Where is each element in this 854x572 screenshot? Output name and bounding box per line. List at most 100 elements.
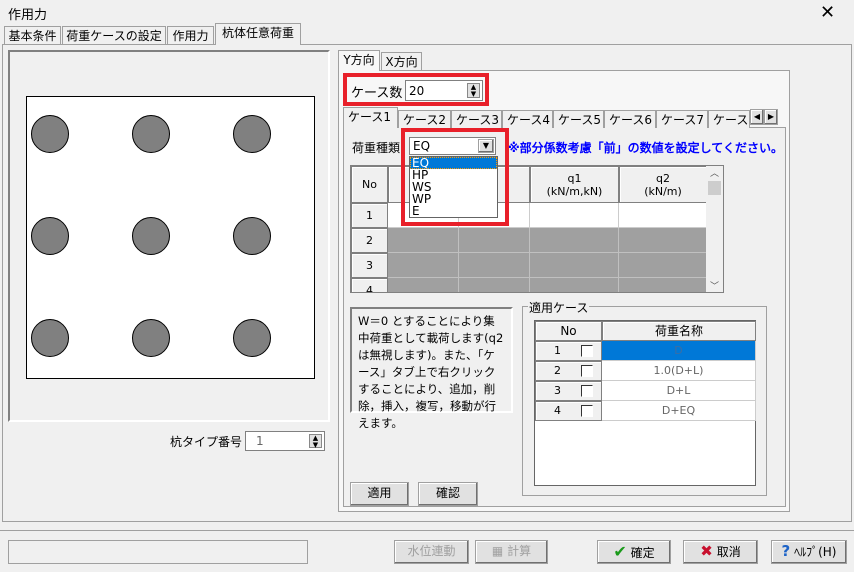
grid-cell[interactable] xyxy=(459,253,530,278)
grid-cell[interactable] xyxy=(530,203,619,228)
spinner-arrows-icon[interactable]: ▲ ▼ xyxy=(309,434,322,449)
help-label: ﾍﾙﾌﾟ(H) xyxy=(794,545,837,559)
pile-plan-view xyxy=(8,50,330,422)
tab-direction-0[interactable]: Y方向 xyxy=(338,50,380,71)
grid-cell[interactable] xyxy=(619,203,707,228)
load-type-dropdown-list[interactable]: EQ HP WS WP E xyxy=(409,156,498,218)
checkmark-icon: ✔ xyxy=(613,542,627,561)
applied-row-header: 1 xyxy=(535,341,602,361)
confirm-check-button[interactable]: 確認 xyxy=(418,482,478,506)
grid-row-header: 3 xyxy=(351,253,388,278)
tab-scroll-left-button[interactable]: ◀ xyxy=(750,109,764,125)
grid-cell[interactable] xyxy=(459,278,530,292)
question-icon: ? xyxy=(781,542,791,560)
pile-circle xyxy=(132,115,170,153)
ok-label: 確定 xyxy=(630,546,655,560)
applied-row-name[interactable]: 1.0(D+L) xyxy=(602,361,756,381)
applied-checkbox[interactable] xyxy=(581,385,593,397)
applied-row-no: 3 xyxy=(554,384,561,397)
pile-circle xyxy=(132,319,170,357)
pile-type-label: 杭タイプ番号 xyxy=(170,435,243,449)
tab-scroll-right-button[interactable]: ▶ xyxy=(764,109,778,125)
tab-main-1[interactable]: 荷重ケースの設定 xyxy=(62,26,166,44)
tab-main-3[interactable]: 杭体任意荷重 xyxy=(215,23,301,45)
grid-cell[interactable] xyxy=(388,253,459,278)
pile-circle xyxy=(132,217,170,255)
water-level-link-button[interactable]: 水位連動 xyxy=(394,540,469,564)
pile-type-spinner[interactable]: 1 ▲ ▼ xyxy=(245,431,325,451)
load-type-label: 荷重種類 xyxy=(352,141,401,155)
help-note-text: W＝0 とすることにより集中荷重として載荷します(q2は無視します)。また、「ケ… xyxy=(358,314,504,430)
applied-cases-title: 適用ケース xyxy=(528,299,590,316)
applied-row-no: 2 xyxy=(554,364,561,377)
grid-cell[interactable] xyxy=(530,278,619,292)
grid-row-header: 1 xyxy=(351,203,388,228)
grid-cell[interactable] xyxy=(459,228,530,253)
pile-circle xyxy=(31,217,69,255)
tab-main-2[interactable]: 作用力 xyxy=(167,26,214,44)
grid-cell[interactable] xyxy=(388,228,459,253)
applied-row-header: 3 xyxy=(535,381,602,401)
applied-row-header: 4 xyxy=(535,401,602,421)
grid-cell[interactable] xyxy=(530,228,619,253)
applied-checkbox[interactable] xyxy=(581,345,593,357)
grid-header-0: No xyxy=(351,166,388,203)
applied-checkbox[interactable] xyxy=(581,405,593,417)
pile-type-value: 1 xyxy=(256,434,264,448)
tab-case-2[interactable]: ケース2 xyxy=(398,110,451,128)
tab-case-5[interactable]: ケース5 xyxy=(553,110,604,128)
cancel-button[interactable]: ✖ 取消 xyxy=(683,540,758,564)
grid-header-3: q1 (kN/m,kN) xyxy=(530,166,619,203)
grid-scrollbar[interactable]: ︿ ﹀ xyxy=(706,166,723,292)
applied-cases-table[interactable]: No 荷重名称 1 D 2 1.0(D+L) 3 D+L 4 D+EQ xyxy=(534,320,756,486)
cancel-label: 取消 xyxy=(716,545,741,559)
tab-case-6[interactable]: ケース6 xyxy=(604,110,656,128)
applied-row-name[interactable]: D+EQ xyxy=(602,401,756,421)
close-icon[interactable]: ✕ xyxy=(820,2,835,23)
highlight-case-count xyxy=(343,73,489,106)
calc-label: 計算 xyxy=(507,544,532,558)
calc-button[interactable]: ▦ 計算 xyxy=(475,540,548,564)
pile-circle xyxy=(233,319,271,357)
dropdown-option-wp[interactable]: WP xyxy=(410,193,497,205)
applied-row-no: 4 xyxy=(554,404,561,417)
pile-circle xyxy=(233,115,271,153)
tab-case-7[interactable]: ケース7 xyxy=(656,110,708,128)
applied-row-name[interactable]: D xyxy=(602,341,756,361)
tab-main-0[interactable]: 基本条件 xyxy=(4,26,61,44)
status-box xyxy=(8,540,308,564)
grid-cell[interactable] xyxy=(619,228,707,253)
grid-cell[interactable] xyxy=(388,278,459,292)
grid-cell[interactable] xyxy=(619,278,707,292)
dropdown-option-e[interactable]: E xyxy=(410,205,497,217)
grid-header-4: q2 (kN/m) xyxy=(619,166,707,203)
pile-circle xyxy=(31,115,69,153)
window-title: 作用力 xyxy=(8,8,48,23)
grid-row-header: 2 xyxy=(351,228,388,253)
tab-case-3[interactable]: ケース3 xyxy=(451,110,502,128)
applied-row-header: 2 xyxy=(535,361,602,381)
help-note: W＝0 とすることにより集中荷重として載荷します(q2は無視します)。また、「ケ… xyxy=(350,307,513,430)
pile-circle xyxy=(31,319,69,357)
ok-button[interactable]: ✔ 確定 xyxy=(597,540,671,564)
tab-case-4[interactable]: ケース4 xyxy=(502,110,553,128)
help-button[interactable]: ? ﾍﾙﾌﾟ(H) xyxy=(771,540,847,564)
x-icon: ✖ xyxy=(700,542,713,560)
grid-cell[interactable] xyxy=(530,253,619,278)
applied-header-name: 荷重名称 xyxy=(602,321,756,341)
applied-row-name[interactable]: D+L xyxy=(602,381,756,401)
grid-row-header: 4 xyxy=(351,278,388,292)
applied-checkbox[interactable] xyxy=(581,365,593,377)
apply-button[interactable]: 適用 xyxy=(350,482,409,506)
calculator-icon: ▦ xyxy=(491,544,508,558)
divider xyxy=(0,530,854,531)
grid-cell[interactable] xyxy=(619,253,707,278)
tab-case-8[interactable]: ケース xyxy=(708,110,750,128)
footing-outline xyxy=(26,96,315,379)
load-type-notice: ※部分係数考慮「前」の数値を設定してください。 xyxy=(508,141,783,155)
applied-row-no: 1 xyxy=(554,344,561,357)
pile-circle xyxy=(233,217,271,255)
tab-case-1[interactable]: ケース1 xyxy=(343,107,398,128)
applied-header-no: No xyxy=(535,321,602,341)
tab-direction-1[interactable]: X方向 xyxy=(381,52,422,70)
